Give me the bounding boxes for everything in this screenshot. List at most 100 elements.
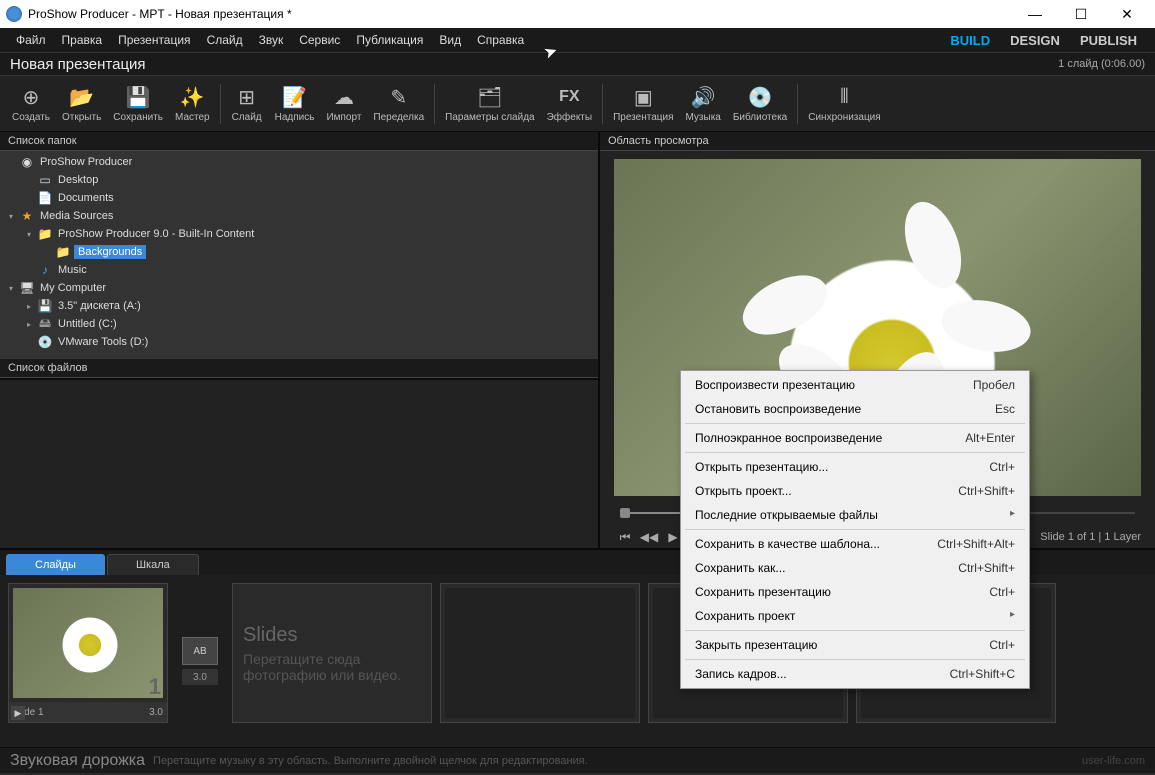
chevron-icon[interactable]: ▾ xyxy=(24,230,34,239)
folder-label: ProShow Producer 9.0 - Built-In Content xyxy=(56,227,256,241)
toolbar-синхронизация[interactable]: ⦀Синхронизация xyxy=(802,82,886,125)
menu-separator xyxy=(685,423,1025,424)
folder-proshow-producer[interactable]: ◉ProShow Producer xyxy=(0,153,598,171)
play-slide-icon[interactable]: ▶ xyxy=(11,706,25,720)
ctx-label: Последние открываемые файлы xyxy=(695,508,1010,522)
toolbar-сохранить[interactable]: 💾Сохранить xyxy=(107,82,169,125)
folder-my-computer[interactable]: ▾🖥My Computer xyxy=(0,279,598,297)
menu-справка[interactable]: Справка xyxy=(469,29,532,51)
toolbar-презентация[interactable]: ▣Презентация xyxy=(607,82,679,125)
file-list[interactable] xyxy=(0,378,598,548)
chevron-icon[interactable]: ▸ xyxy=(24,302,34,311)
placeholder-line2: фотографию или видео. xyxy=(243,667,431,683)
slide-thumbnail-1[interactable]: 1 Slide 1 3.0 ▶ xyxy=(8,583,168,723)
context-menu[interactable]: Воспроизвести презентациюПробелОстановит… xyxy=(680,370,1030,689)
ctx-сохранить-проект[interactable]: Сохранить проект ▸ xyxy=(681,604,1029,628)
submenu-arrow-icon: ▸ xyxy=(1010,508,1015,522)
folder-music[interactable]: ♪Music xyxy=(0,261,598,279)
slide-placeholder[interactable]: Slides Перетащите сюда фотографию или ви… xyxy=(232,583,432,723)
menu-файл[interactable]: Файл xyxy=(8,29,54,51)
folder-untitled-c-[interactable]: ▸🖴Untitled (C:) xyxy=(0,315,598,333)
параметры слайда-icon: 🗂 xyxy=(477,84,503,110)
folder-icon: ♪ xyxy=(37,263,53,277)
toolbar-label: Эффекты xyxy=(547,112,592,123)
ctx-сохранить-как-[interactable]: Сохранить как...Ctrl+Shift+ xyxy=(681,556,1029,580)
ctx-последние-открываемые-файлы[interactable]: Последние открываемые файлы ▸ xyxy=(681,503,1029,527)
сохранить-icon: 💾 xyxy=(125,84,151,110)
ctx-label: Воспроизвести презентацию xyxy=(695,378,973,392)
mode-build[interactable]: BUILD xyxy=(940,29,1000,52)
submenu-arrow-icon: ▸ xyxy=(1010,609,1015,623)
ctx-сохранить-в-качестве-шаблона-[interactable]: Сохранить в качестве шаблона...Ctrl+Shif… xyxy=(681,532,1029,556)
placeholder-title: Slides xyxy=(243,624,431,647)
slide-info: Slide 1 of 1 | 1 Layer xyxy=(1040,531,1141,543)
menu-слайд[interactable]: Слайд xyxy=(199,29,251,51)
menu-separator xyxy=(685,452,1025,453)
mode-design[interactable]: DESIGN xyxy=(1000,29,1070,52)
menu-сервис[interactable]: Сервис xyxy=(291,29,348,51)
audio-track[interactable]: Звуковая дорожка Перетащите музыку в эту… xyxy=(0,747,1155,773)
ctx-воспроизвести-презентацию[interactable]: Воспроизвести презентациюПробел xyxy=(681,373,1029,397)
chevron-icon[interactable]: ▾ xyxy=(6,284,16,293)
ctx-полноэкранное-воспроизведение[interactable]: Полноэкранное воспроизведениеAlt+Enter xyxy=(681,426,1029,450)
menu-презентация[interactable]: Презентация xyxy=(110,29,199,51)
placeholder-line1: Перетащите сюда xyxy=(243,651,431,667)
ctx-запись-кадров-[interactable]: Запись кадров...Ctrl+Shift+C xyxy=(681,662,1029,686)
toolbar-музыка[interactable]: 🔊Музыка xyxy=(679,82,726,125)
transition-cell[interactable]: AB 3.0 xyxy=(176,583,224,739)
menu-публикация[interactable]: Публикация xyxy=(348,29,431,51)
chevron-icon[interactable]: ▸ xyxy=(24,320,34,329)
folder-label: 3.5" дискета (A:) xyxy=(56,299,143,313)
ctx-shortcut: Ctrl+Shift+ xyxy=(958,484,1015,498)
menu-звук[interactable]: Звук xyxy=(251,29,292,51)
импорт-icon: ☁ xyxy=(331,84,357,110)
folder-label: My Computer xyxy=(38,281,108,295)
tab-slides[interactable]: Слайды xyxy=(6,554,105,575)
tab-scale[interactable]: Шкала xyxy=(107,554,199,575)
toolbar-открыть[interactable]: 📂Открыть xyxy=(56,82,107,125)
toolbar-эффекты[interactable]: FX Эффекты xyxy=(541,82,598,125)
toolbar-слайд[interactable]: ⊞Слайд xyxy=(225,82,269,125)
maximize-button[interactable]: ☐ xyxy=(1059,0,1103,28)
ctx-закрыть-презентацию[interactable]: Закрыть презентациюCtrl+ xyxy=(681,633,1029,657)
toolbar-импорт[interactable]: ☁Импорт xyxy=(320,82,367,125)
toolbar-создать[interactable]: ⊕Создать xyxy=(6,82,56,125)
эффекты-icon: FX xyxy=(556,84,582,110)
ctx-открыть-проект-[interactable]: Открыть проект...Ctrl+Shift+ xyxy=(681,479,1029,503)
prev-slide-button[interactable]: ⏮ xyxy=(614,527,636,547)
slide-duration[interactable]: 3.0 xyxy=(149,707,163,718)
folder-desktop[interactable]: ▭Desktop xyxy=(0,171,598,189)
ctx-label: Открыть проект... xyxy=(695,484,958,498)
folder-vmware-tools-d-[interactable]: 💿VMware Tools (D:) xyxy=(0,333,598,351)
mode-publish[interactable]: PUBLISH xyxy=(1070,29,1147,52)
ctx-shortcut: Ctrl+ xyxy=(989,585,1015,599)
ctx-сохранить-презентацию[interactable]: Сохранить презентациюCtrl+ xyxy=(681,580,1029,604)
folder-documents[interactable]: 📄Documents xyxy=(0,189,598,207)
folder-icon: 🖥 xyxy=(19,281,35,295)
folder-media-sources[interactable]: ▾★Media Sources xyxy=(0,207,598,225)
menu-вид[interactable]: Вид xyxy=(431,29,469,51)
toolbar-мастер[interactable]: ✨Мастер xyxy=(169,82,216,125)
folder-icon: 📄 xyxy=(37,191,53,205)
transition-type[interactable]: AB xyxy=(182,637,218,665)
ctx-открыть-презентацию-[interactable]: Открыть презентацию...Ctrl+ xyxy=(681,455,1029,479)
close-button[interactable]: ✕ xyxy=(1105,0,1149,28)
toolbar-параметры слайда[interactable]: 🗂Параметры слайда xyxy=(439,82,540,125)
slide-empty-1[interactable] xyxy=(440,583,640,723)
folder-icon: 📁 xyxy=(37,227,53,241)
toolbar-библиотека[interactable]: 💿Библиотека xyxy=(727,82,793,125)
folder-3-5-a-[interactable]: ▸💾3.5" дискета (A:) xyxy=(0,297,598,315)
folder-backgrounds[interactable]: 📁Backgrounds xyxy=(0,243,598,261)
toolbar-надпись[interactable]: 📝Надпись xyxy=(269,82,321,125)
folder-icon: ★ xyxy=(19,209,35,223)
transition-duration[interactable]: 3.0 xyxy=(182,669,218,685)
toolbar-переделка[interactable]: ✎Переделка xyxy=(367,82,430,125)
chevron-icon[interactable]: ▾ xyxy=(6,212,16,221)
folder-proshow-producer-9-0-built-in-content[interactable]: ▾📁ProShow Producer 9.0 - Built-In Conten… xyxy=(0,225,598,243)
step-back-button[interactable]: ◀◀ xyxy=(638,527,660,547)
ctx-остановить-воспроизведение[interactable]: Остановить воспроизведениеEsc xyxy=(681,397,1029,421)
menu-правка[interactable]: Правка xyxy=(54,29,111,51)
folder-tree[interactable]: ◉ProShow Producer▭Desktop📄Documents▾★Med… xyxy=(0,151,598,359)
minimize-button[interactable]: — xyxy=(1013,0,1057,28)
музыка-icon: 🔊 xyxy=(690,84,716,110)
